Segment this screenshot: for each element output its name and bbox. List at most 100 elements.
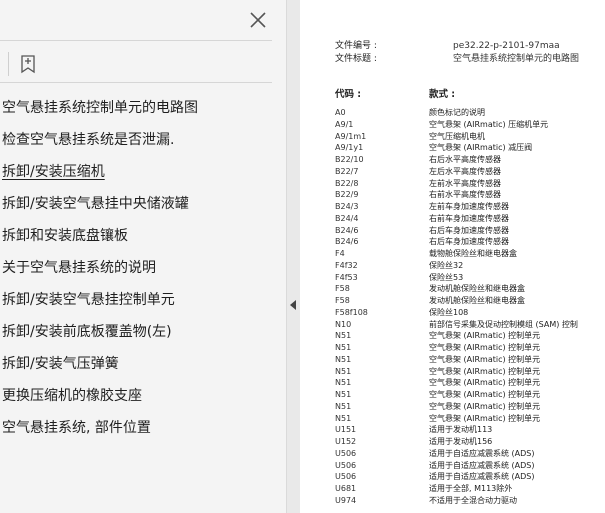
row-description: 空气悬架 (AIRmatic) 压缩机单元 bbox=[429, 119, 549, 129]
table-row: A9/1m1 空气压缩机电机 bbox=[335, 131, 605, 143]
row-code: F58 bbox=[335, 284, 350, 294]
table-row: U506 适用于自适应减震系统 (ADS) bbox=[335, 460, 605, 472]
row-code: N51 bbox=[335, 378, 352, 388]
collapse-panel-icon[interactable] bbox=[287, 297, 299, 311]
table-row: N10 前部信号采集及促动控制模组 (SAM) 控制 bbox=[335, 319, 605, 331]
row-code: B24/4 bbox=[335, 213, 359, 223]
row-description: 适用于自适应减震系统 (ADS) bbox=[429, 472, 535, 482]
table-row: F4f32 保险丝32 bbox=[335, 260, 605, 272]
row-code: N51 bbox=[335, 331, 352, 341]
file-title-label: 文件标题 : bbox=[335, 54, 377, 64]
table-row: F58f108 保险丝108 bbox=[335, 307, 605, 319]
code-table: A0 颜色标记的说明 A9/1 空气悬架 (AIRmatic) 压缩机单元 A9/1m1… bbox=[335, 107, 605, 507]
table-row: N51 空气悬架 (AIRmatic) 控制单元 bbox=[335, 389, 605, 401]
row-code: B24/6 bbox=[335, 225, 359, 235]
row-description: 右后水平高度传感器 bbox=[429, 155, 501, 164]
file-no: pe32.22-p-2101-97maa bbox=[453, 41, 560, 51]
bookmark-list: 空气悬挂系统控制单元的电路图 检查空气悬挂系统是否泄漏. 拆卸/安装压缩机 拆卸/安装… bbox=[2, 92, 284, 444]
bookmark-item[interactable]: 拆卸/安装气压弹簧 bbox=[2, 348, 284, 380]
table-row: F58 发动机舱保险丝和继电器盒 bbox=[335, 295, 605, 307]
table-row: B22/10 右后水平高度传感器 bbox=[335, 154, 605, 166]
table-row: N51 空气悬架 (AIRmatic) 控制单元 bbox=[335, 354, 605, 366]
table-row: N51 空气悬架 (AIRmatic) 控制单元 bbox=[335, 366, 605, 378]
row-description: 适用于发动机156 bbox=[429, 437, 493, 446]
bookmark-item[interactable]: 拆卸/安装空气悬挂中央储液罐 bbox=[2, 188, 284, 220]
row-description: 空气悬架 (AIRmatic) 控制单元 bbox=[429, 390, 541, 399]
table-row: N51 空气悬架 (AIRmatic) 控制单元 bbox=[335, 413, 605, 425]
row-code: F4 bbox=[335, 249, 345, 258]
panel-divider bbox=[0, 82, 272, 83]
row-description: 适用于自适应减震系统 (ADS) bbox=[429, 460, 535, 470]
table-row: N51 空气悬架 (AIRmatic) 控制单元 bbox=[335, 401, 605, 413]
bookmark-item[interactable]: 空气悬挂系统控制单元的电路图 bbox=[2, 92, 284, 124]
table-row: B22/7 左后水平高度传感器 bbox=[335, 166, 605, 178]
table-row: F4 载物舱保险丝和继电器盒 bbox=[335, 248, 605, 260]
row-code: U681 bbox=[335, 484, 357, 493]
row-description: 空气悬架 (AIRmatic) 控制单元 bbox=[429, 413, 541, 423]
bookmark-panel: 空气悬挂系统控制单元的电路图 检查空气悬挂系统是否泄漏. 拆卸/安装压缩机 拆卸/安装… bbox=[0, 0, 286, 513]
table-row: U151 适用于发动机113 bbox=[335, 424, 605, 436]
row-code: B22/9 bbox=[335, 190, 359, 200]
row-description: 空气悬架 (AIRmatic) 控制单元 bbox=[429, 401, 541, 411]
table-row: F4f53 保险丝53 bbox=[335, 272, 605, 284]
panel-divider bbox=[0, 40, 272, 41]
row-code: U152 bbox=[335, 437, 357, 446]
table-row: B24/6 右后车身加速度传感器 bbox=[335, 236, 605, 248]
row-description: 保险丝32 bbox=[429, 260, 464, 270]
row-description: 左前水平高度传感器 bbox=[429, 178, 501, 188]
row-code: U506 bbox=[335, 472, 357, 482]
row-code: U151 bbox=[335, 425, 357, 435]
bookmark-item[interactable]: 拆卸和安装底盘镶板 bbox=[2, 220, 284, 252]
row-description: 发动机舱保险丝和继电器盒 bbox=[429, 296, 525, 305]
row-code: B24/3 bbox=[335, 202, 359, 211]
table-row: F58 发动机舱保险丝和继电器盒 bbox=[335, 283, 605, 295]
row-code: N51 bbox=[335, 401, 352, 411]
table-row: N51 空气悬架 (AIRmatic) 控制单元 bbox=[335, 330, 605, 342]
table-row: U974 不适用于全混合动力驱动 bbox=[335, 495, 605, 507]
bookmark-item[interactable]: 更换压缩机的橡胶支座 bbox=[2, 380, 284, 412]
table-row: B24/3 左前车身加速度传感器 bbox=[335, 201, 605, 213]
row-code: B22/10 bbox=[335, 155, 364, 164]
row-code: F4f32 bbox=[335, 260, 358, 270]
row-description: 右后车身加速度传感器 bbox=[429, 225, 509, 235]
row-description: 空气悬架 (AIRmatic) 控制单元 bbox=[429, 354, 541, 364]
row-description: 空气悬架 (AIRmatic) 控制单元 bbox=[429, 378, 541, 388]
row-description: 适用于发动机113 bbox=[429, 425, 493, 435]
row-code: F58 bbox=[335, 296, 350, 305]
row-description: 空气悬架 (AIRmatic) 控制单元 bbox=[429, 366, 541, 376]
table-row: B24/6 右后车身加速度传感器 bbox=[335, 225, 605, 237]
row-code: F4f53 bbox=[335, 272, 358, 282]
table-row: U152 适用于发动机156 bbox=[335, 436, 605, 448]
table-row: U506 适用于自适应减震系统 (ADS) bbox=[335, 448, 605, 460]
bookmark-item[interactable]: 拆卸/安装前底板覆盖物(左) bbox=[2, 316, 284, 348]
row-code: N51 bbox=[335, 343, 352, 352]
row-description: 右前车身加速度传感器 bbox=[429, 213, 509, 223]
row-description: 空气悬架 (AIRmatic) 控制单元 bbox=[429, 331, 541, 341]
row-description: 空气压缩机电机 bbox=[429, 131, 485, 141]
row-description: 空气悬架 (AIRmatic) 减压阀 bbox=[429, 143, 533, 153]
row-code: N51 bbox=[335, 413, 352, 423]
row-description: 载物舱保险丝和继电器盒 bbox=[429, 249, 517, 258]
toolbar-separator bbox=[8, 52, 9, 76]
row-code: A9/1y1 bbox=[335, 143, 364, 153]
row-code: B24/6 bbox=[335, 237, 359, 247]
bookmark-item[interactable]: 关于空气悬挂系统的说明 bbox=[2, 252, 284, 284]
panel-splitter[interactable] bbox=[286, 0, 301, 513]
close-icon[interactable] bbox=[248, 10, 268, 30]
table-row: A0 颜色标记的说明 bbox=[335, 107, 605, 119]
row-code: N10 bbox=[335, 319, 352, 329]
row-code: N51 bbox=[335, 354, 352, 364]
bookmark-icon[interactable] bbox=[16, 52, 40, 76]
bookmark-item[interactable]: 空气悬挂系统, 部件位置 bbox=[2, 412, 284, 444]
file-title: 空气悬挂系统控制单元的电路图 bbox=[453, 54, 580, 64]
row-description: 适用于自适应减震系统 (ADS) bbox=[429, 448, 535, 458]
row-code: A0 bbox=[335, 108, 346, 117]
code-header: 代码 : bbox=[335, 89, 362, 100]
bookmark-item[interactable]: 拆卸/安装压缩机 bbox=[2, 156, 284, 188]
bookmark-item[interactable]: 拆卸/安装空气悬挂控制单元 bbox=[2, 284, 284, 316]
row-code: A9/1 bbox=[335, 119, 354, 129]
bookmark-item[interactable]: 检查空气悬挂系统是否泄漏. bbox=[2, 124, 284, 156]
row-code: A9/1m1 bbox=[335, 131, 367, 141]
row-description: 右前水平高度传感器 bbox=[429, 190, 501, 200]
row-code: F58f108 bbox=[335, 307, 368, 317]
